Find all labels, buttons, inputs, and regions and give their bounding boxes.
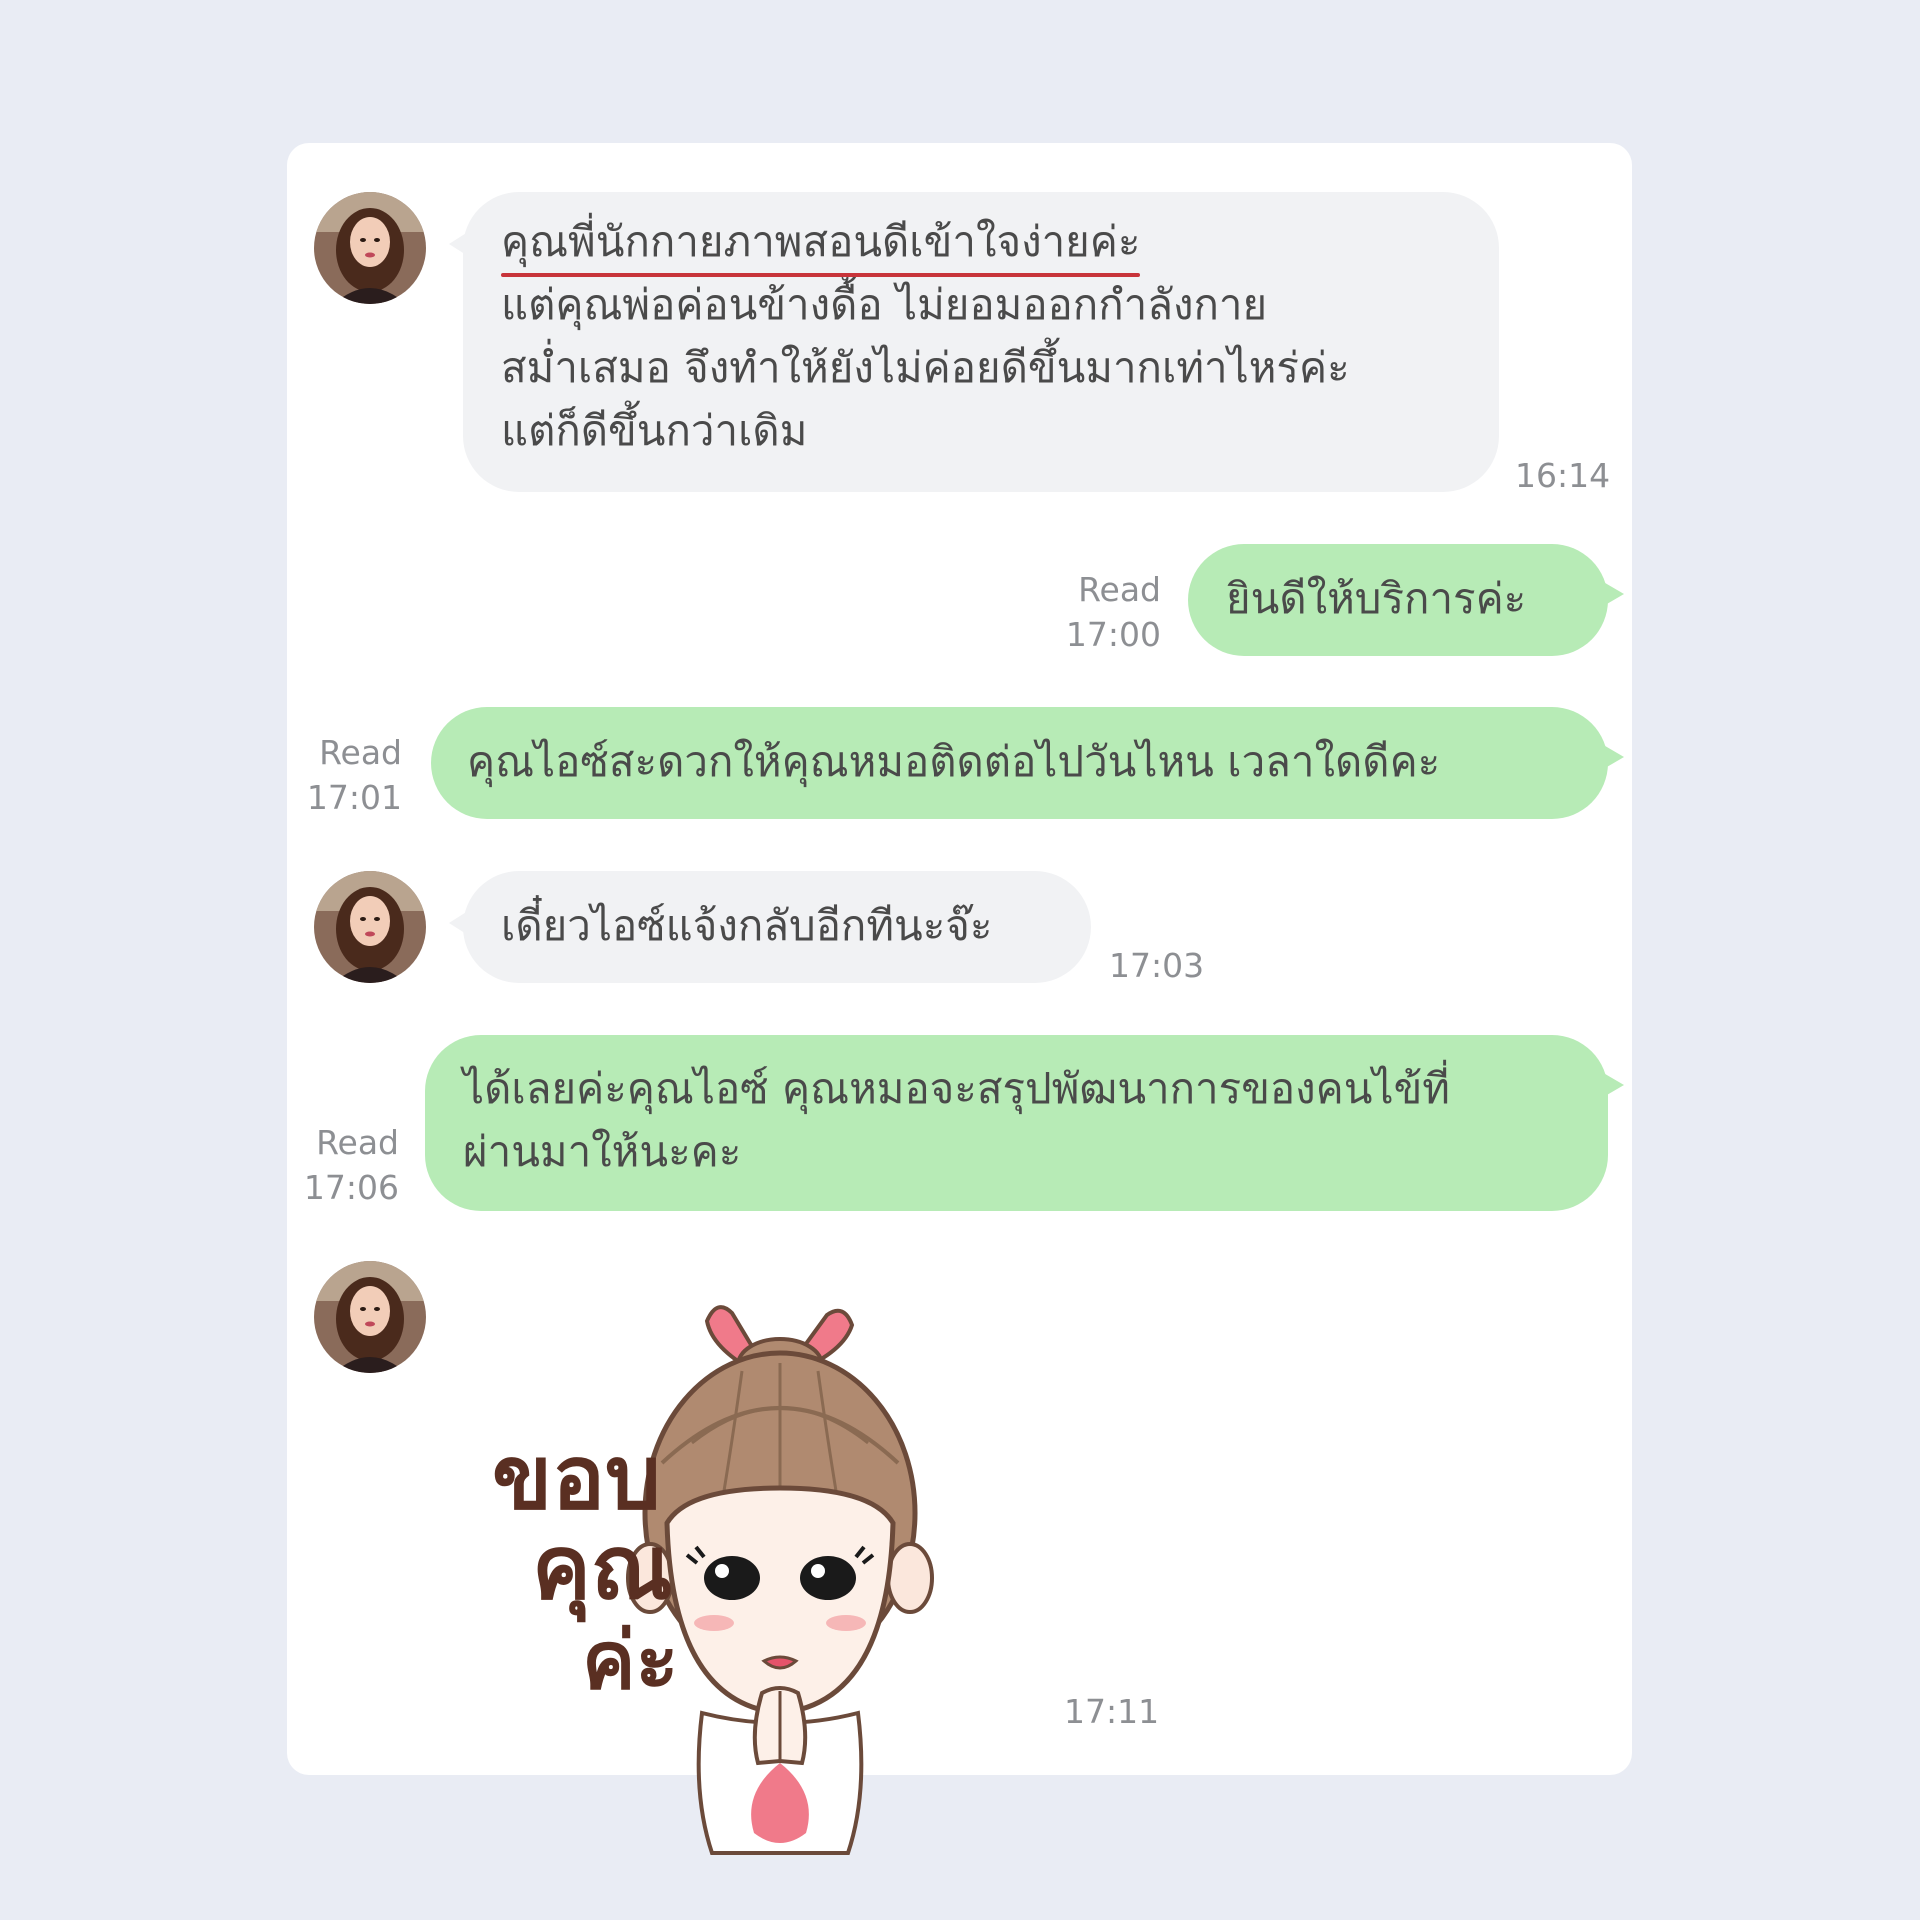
message-time: 17:03: [1109, 946, 1205, 985]
message-line: แต่ก็ดีขึ้นกว่าเดิม: [501, 406, 808, 455]
message-meta: Read 17:01: [287, 730, 402, 820]
sticker-text-line: ขอบ: [492, 1426, 661, 1529]
highlighted-text: คุณพี่นักกายภาพสอนดีเข้าใจง่ายค่ะ: [501, 210, 1141, 277]
avatar-photo-icon: [314, 871, 426, 983]
read-status: Read: [316, 1123, 399, 1162]
message-line: คุณไอซ์สะดวกให้คุณหมอติดต่อไปวันไหน เวลา…: [467, 737, 1441, 786]
avatar-photo-icon: [314, 1261, 426, 1373]
contact-avatar[interactable]: [314, 192, 426, 304]
message-line: สม่ำเสมอ จึงทำให้ยังไม่ค่อยดีขึ้นมากเท่า…: [501, 343, 1350, 392]
message-meta: Read 17:00: [1049, 567, 1161, 657]
message-line: ยินดีให้บริการค่ะ: [1226, 574, 1527, 623]
contact-avatar[interactable]: [314, 871, 426, 983]
read-status: Read: [319, 733, 402, 772]
message-line: ได้เลยค่ะคุณไอซ์ คุณหมอจะสรุปพัฒนาการของ…: [463, 1064, 1450, 1113]
contact-avatar[interactable]: [314, 1261, 426, 1373]
message-meta: 17:11: [1064, 1689, 1159, 1734]
girl-sticker-icon: ขอบ คุณ ค่ะ: [492, 1305, 934, 1855]
sticker-text-line: คุณ: [532, 1516, 673, 1623]
incoming-message-bubble[interactable]: เดี๋ยวไอซ์แจ้งกลับอีกทีนะจ๊ะ: [449, 871, 1091, 983]
read-status: Read: [1078, 570, 1161, 609]
incoming-message-bubble[interactable]: คุณพี่นักกายภาพสอนดีเข้าใจง่ายค่ะ แต่คุณ…: [449, 192, 1499, 492]
message-time: 17:11: [1064, 1692, 1160, 1731]
sticker-text-line: ค่ะ: [582, 1614, 678, 1707]
message-time: 16:14: [1515, 456, 1611, 495]
message-time: 17:00: [1065, 615, 1161, 654]
outgoing-message-bubble[interactable]: ยินดีให้บริการค่ะ: [1188, 544, 1624, 656]
message-line: แต่คุณพ่อค่อนข้างดื้อ ไม่ยอมออกกำลังกาย: [501, 280, 1268, 329]
message-line: เดี๋ยวไอซ์แจ้งกลับอีกทีนะจ๊ะ: [501, 901, 993, 950]
message-line: ผ่านมาให้นะคะ: [463, 1127, 742, 1176]
avatar-photo-icon: [314, 192, 426, 304]
message-time: 17:06: [303, 1168, 399, 1207]
outgoing-message-bubble[interactable]: ได้เลยค่ะคุณไอซ์ คุณหมอจะสรุปพัฒนาการของ…: [425, 1035, 1624, 1211]
chat-card: คุณพี่นักกายภาพสอนดีเข้าใจง่ายค่ะ แต่คุณ…: [287, 143, 1632, 1855]
thank-you-sticker[interactable]: ขอบ คุณ ค่ะ: [492, 1293, 1052, 1863]
outgoing-message-bubble[interactable]: คุณไอซ์สะดวกให้คุณหมอติดต่อไปวันไหน เวลา…: [431, 707, 1624, 819]
message-meta: 17:03: [1109, 943, 1204, 988]
message-line: คุณพี่นักกายภาพสอนดีเข้าใจง่ายค่ะ: [501, 210, 1499, 277]
message-meta: 16:14: [1515, 453, 1610, 498]
message-meta: Read 17:06: [287, 1120, 399, 1210]
message-time: 17:01: [306, 778, 402, 817]
